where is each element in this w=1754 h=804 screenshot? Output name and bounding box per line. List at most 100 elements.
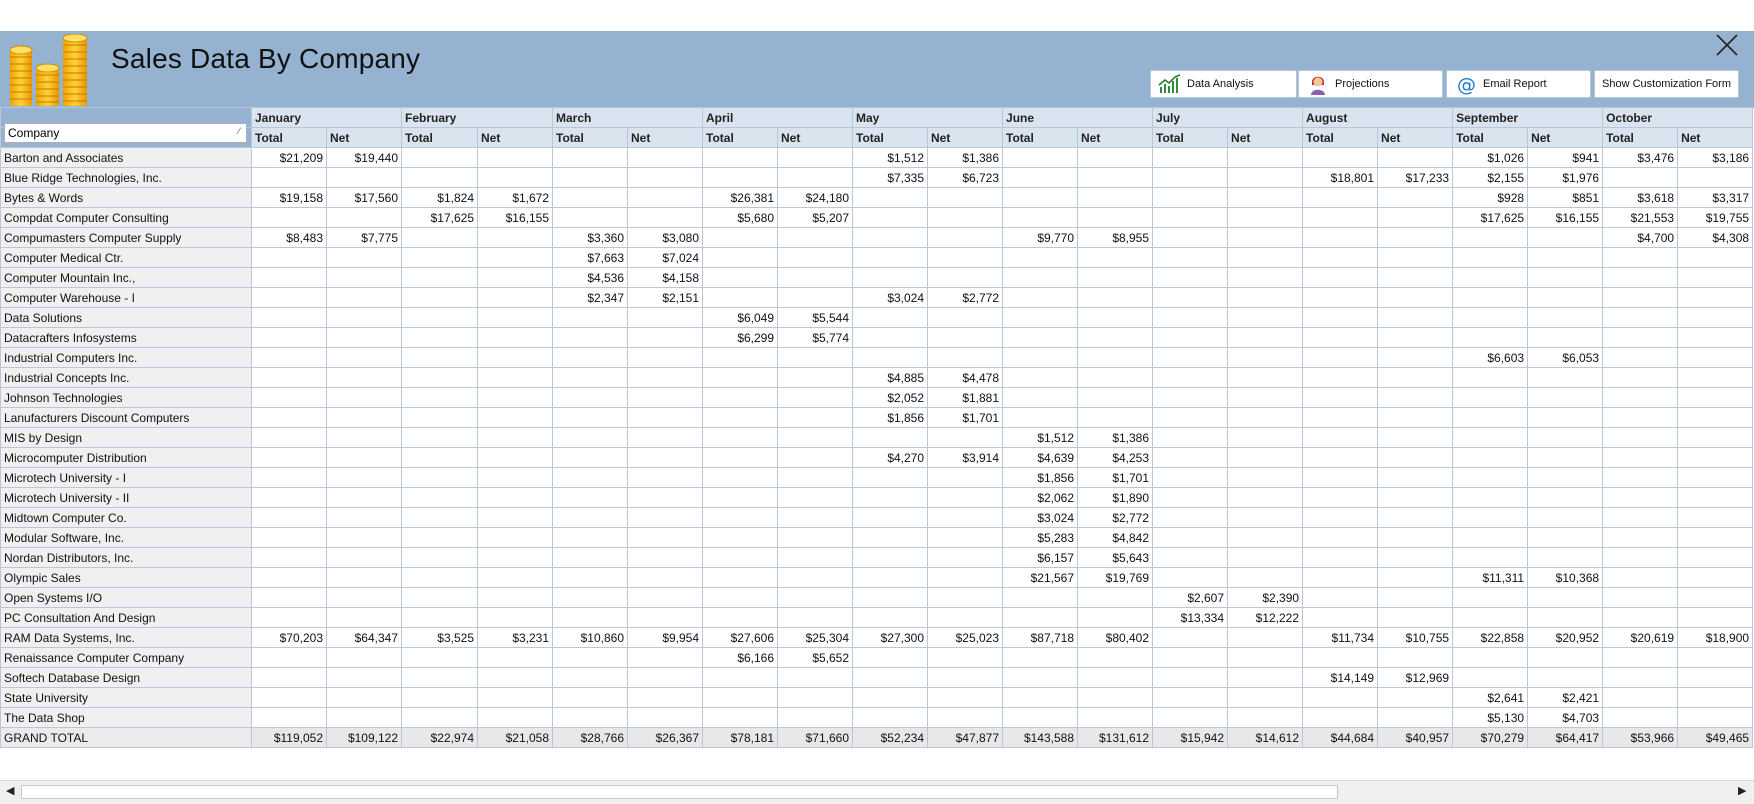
table-cell[interactable]: $17,625	[1452, 207, 1529, 228]
table-cell[interactable]	[1602, 467, 1679, 488]
table-cell[interactable]	[1302, 147, 1379, 168]
table-cell[interactable]	[326, 167, 402, 188]
table-cell[interactable]	[1302, 327, 1379, 348]
table-cell[interactable]	[1602, 687, 1679, 708]
table-cell[interactable]	[401, 347, 478, 368]
table-cell[interactable]	[1302, 527, 1379, 548]
table-cell[interactable]	[1677, 667, 1754, 688]
table-cell[interactable]: $1,512	[1002, 427, 1079, 448]
table-cell[interactable]	[1527, 307, 1604, 328]
table-cell[interactable]	[702, 527, 779, 548]
table-cell[interactable]	[852, 327, 929, 348]
table-cell[interactable]	[552, 667, 629, 688]
table-cell[interactable]	[476, 307, 554, 328]
table-cell[interactable]	[777, 527, 854, 548]
table-cell[interactable]	[552, 607, 629, 628]
table-cell[interactable]	[627, 547, 704, 568]
table-cell[interactable]	[927, 527, 1004, 548]
table-cell[interactable]	[1077, 347, 1154, 368]
table-cell[interactable]	[1377, 267, 1454, 288]
table-cell[interactable]	[1227, 647, 1304, 668]
table-cell[interactable]	[326, 607, 402, 628]
close-icon[interactable]	[1709, 31, 1743, 65]
table-cell[interactable]: $12,969	[1377, 667, 1454, 688]
table-cell[interactable]	[1227, 687, 1304, 708]
table-row[interactable]: Computer Medical Ctr. $7,663 $7,024	[0, 247, 1754, 268]
table-cell[interactable]	[1377, 527, 1454, 548]
table-cell[interactable]	[1227, 367, 1304, 388]
table-cell[interactable]	[777, 267, 854, 288]
table-cell[interactable]	[1152, 287, 1229, 308]
table-cell[interactable]	[401, 147, 478, 168]
table-cell[interactable]	[1602, 167, 1679, 188]
table-cell[interactable]	[1302, 427, 1379, 448]
table-cell[interactable]: $5,643	[1077, 547, 1154, 568]
table-cell[interactable]: $7,775	[326, 227, 402, 248]
table-cell[interactable]	[702, 147, 779, 168]
sort-indicator-icon[interactable]: ⁄	[238, 126, 240, 136]
table-cell[interactable]	[251, 527, 327, 548]
table-cell[interactable]	[1302, 267, 1379, 288]
table-cell[interactable]	[1002, 287, 1079, 308]
table-cell[interactable]	[1527, 527, 1604, 548]
table-cell[interactable]	[1602, 507, 1679, 528]
table-cell[interactable]	[1302, 487, 1379, 508]
table-cell[interactable]	[1302, 407, 1379, 428]
table-cell[interactable]	[1077, 327, 1154, 348]
table-cell[interactable]: $40,957	[1377, 727, 1454, 748]
table-cell[interactable]	[1602, 527, 1679, 548]
table-cell[interactable]	[326, 407, 402, 428]
table-cell[interactable]	[476, 407, 554, 428]
table-cell[interactable]	[852, 687, 929, 708]
table-cell[interactable]	[627, 647, 704, 668]
table-cell[interactable]	[777, 387, 854, 408]
table-row[interactable]: Compdat Computer Consulting $17,625 $16,15…	[0, 207, 1754, 228]
table-cell[interactable]	[627, 367, 704, 388]
table-cell[interactable]	[1152, 247, 1229, 268]
table-cell[interactable]	[1527, 647, 1604, 668]
table-cell[interactable]	[401, 247, 478, 268]
table-cell[interactable]	[552, 307, 629, 328]
table-cell[interactable]	[1227, 387, 1304, 408]
table-cell[interactable]	[1677, 607, 1754, 628]
table-row[interactable]: PC Consultation And Design $13,334 $12,222	[0, 607, 1754, 628]
table-cell[interactable]	[251, 207, 327, 228]
table-cell[interactable]	[401, 427, 478, 448]
table-cell[interactable]	[1377, 347, 1454, 368]
table-cell[interactable]	[627, 167, 704, 188]
table-cell[interactable]	[401, 287, 478, 308]
table-cell[interactable]	[1002, 607, 1079, 628]
table-cell[interactable]: $7,024	[627, 247, 704, 268]
table-row[interactable]: Datacrafters Infosystems $6,299 $5,774	[0, 327, 1754, 348]
table-cell[interactable]: $27,606	[702, 627, 779, 648]
table-cell[interactable]	[552, 587, 629, 608]
table-cell[interactable]: $1,881	[927, 387, 1004, 408]
table-cell[interactable]	[852, 247, 929, 268]
table-cell[interactable]	[1152, 707, 1229, 728]
table-cell[interactable]	[777, 407, 854, 428]
table-cell[interactable]: $9,954	[627, 627, 704, 648]
table-cell[interactable]	[1227, 307, 1304, 328]
table-cell[interactable]: $4,703	[1527, 707, 1604, 728]
table-cell[interactable]	[702, 467, 779, 488]
grand-total-row[interactable]: GRAND TOTAL $119,052 $109,122 $22,974 $21,05…	[0, 727, 1754, 748]
table-cell[interactable]	[476, 647, 554, 668]
table-cell[interactable]	[777, 167, 854, 188]
table-cell[interactable]: $19,158	[251, 187, 327, 208]
table-cell[interactable]: $11,311	[1452, 567, 1529, 588]
table-cell[interactable]	[1302, 247, 1379, 268]
table-cell[interactable]	[1152, 407, 1229, 428]
table-cell[interactable]	[476, 167, 554, 188]
table-cell[interactable]	[1152, 207, 1229, 228]
table-cell[interactable]	[552, 147, 629, 168]
table-cell[interactable]: $70,279	[1452, 727, 1529, 748]
table-cell[interactable]	[1602, 327, 1679, 348]
table-cell[interactable]	[777, 667, 854, 688]
table-cell[interactable]	[1377, 687, 1454, 708]
table-cell[interactable]	[476, 487, 554, 508]
table-cell[interactable]	[777, 547, 854, 568]
table-cell[interactable]	[1527, 267, 1604, 288]
table-cell[interactable]: $20,952	[1527, 627, 1604, 648]
table-row[interactable]: Microcomputer Distribution $4,270 $3,914 $4…	[0, 447, 1754, 468]
table-cell[interactable]	[1452, 507, 1529, 528]
